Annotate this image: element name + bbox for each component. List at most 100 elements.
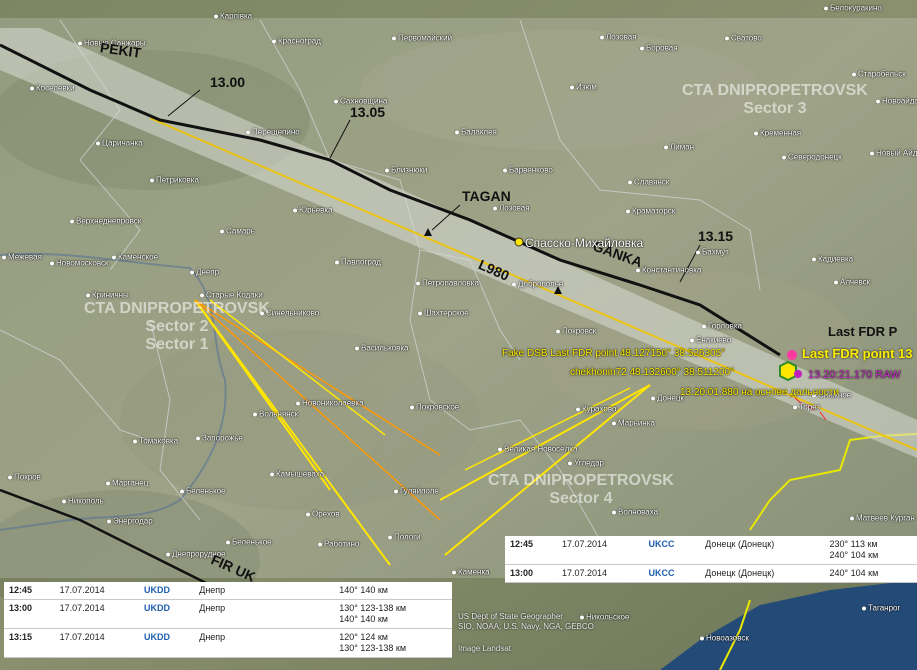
city-cell: Днепр bbox=[194, 582, 335, 600]
waypoint-label-tagan: TAGAN bbox=[462, 188, 511, 204]
sector-number: Sector 3 bbox=[743, 100, 807, 117]
town-label: Славянск bbox=[628, 178, 669, 187]
town-label: Новоазовск bbox=[700, 634, 749, 643]
sector-1-2-label: CTA DNIPROPETROVSK Sector 2 Sector 1 bbox=[84, 300, 270, 354]
bearing-cell: 120° 124 км 130° 123-138 км bbox=[334, 628, 452, 658]
table-row: 13:00 17.07.2014 UKDD Днепр 130° 123-138… bbox=[4, 599, 452, 629]
time-cell: 12:45 bbox=[4, 582, 55, 600]
town-label: Курахово bbox=[576, 405, 616, 414]
town-label: Верхнеднепровск bbox=[70, 217, 141, 226]
date-cell: 17.07.2014 bbox=[54, 628, 140, 658]
icao-cell: UKDD bbox=[139, 628, 195, 658]
town-label: Камышеваха bbox=[270, 470, 324, 479]
town-label: Волноваха bbox=[612, 508, 658, 517]
town-label: Коcелевки bbox=[30, 84, 75, 93]
sector-title: CTA DNIPROPETROVSK bbox=[488, 472, 674, 489]
town-label: Новомосковск bbox=[50, 259, 108, 268]
town-label: Северодонецк bbox=[782, 153, 842, 162]
city-cell: Донецк (Донецк) bbox=[700, 564, 825, 583]
town-label: Марьинка bbox=[612, 419, 655, 428]
icao-cell: UKDD bbox=[139, 599, 195, 629]
town-label: Новый Айдар bbox=[870, 149, 917, 158]
range-time-label: 13.20:01.880 на основе дальности bbox=[680, 387, 839, 398]
sector-title: CTA DNIPROPETROVSK bbox=[84, 300, 270, 317]
town-label: Беленькое bbox=[226, 538, 272, 547]
last-fdr-p-label: Last FDR P bbox=[828, 324, 898, 339]
town-label: Кадиевка bbox=[812, 255, 853, 264]
spassk-pin bbox=[514, 237, 524, 247]
city-cell: Днепр bbox=[194, 599, 335, 629]
town-label: Вольнянск bbox=[253, 410, 298, 419]
sector-3-label: CTA DNIPROPETROVSK Sector 3 bbox=[682, 82, 868, 118]
town-label: Петриковка bbox=[150, 176, 199, 185]
town-label: Белокуракино bbox=[824, 4, 882, 13]
town-label: Барвенково bbox=[503, 166, 553, 175]
chekhonin-point-marker bbox=[779, 360, 797, 382]
town-label: Торез bbox=[793, 403, 820, 412]
bearing-cell: 230° 113 км 240° 104 км bbox=[824, 536, 917, 565]
bearing-line: 230° 113 км bbox=[829, 539, 878, 549]
sector-number: Sector 4 bbox=[549, 490, 613, 507]
bearing-cell: 140° 140 км bbox=[334, 582, 452, 600]
date-cell: 17.07.2014 bbox=[556, 564, 644, 583]
time-label-1300: 13.00 bbox=[210, 74, 246, 90]
spassk-label: Спасско-Михайловка bbox=[525, 236, 644, 250]
date-cell: 17.07.2014 bbox=[54, 582, 140, 600]
town-label: Царичанка bbox=[96, 139, 143, 148]
raw-point-marker bbox=[794, 370, 802, 378]
town-label: Шахтерское bbox=[418, 309, 469, 318]
town-label: Днепр bbox=[190, 268, 219, 277]
town-label: Юрьевка bbox=[293, 206, 333, 215]
fake-dsb-label: Fake DSB Last FDR point 48.127150° 38.52… bbox=[502, 348, 726, 359]
town-label: Каменка bbox=[452, 568, 490, 577]
sector-number: Sector 1 bbox=[145, 336, 209, 353]
town-label: Лозовая bbox=[493, 204, 530, 213]
town-label: Покровск bbox=[556, 327, 596, 336]
town-label: Никополь bbox=[62, 497, 104, 506]
town-label: Матвеев Курган bbox=[850, 514, 915, 523]
town-label: Покров bbox=[8, 473, 41, 482]
town-label: Алчевск bbox=[834, 278, 870, 287]
town-label: Балаклея bbox=[455, 128, 497, 137]
icao-cell: UKCC bbox=[643, 564, 701, 583]
city-cell: Донецк (Донецк) bbox=[700, 536, 825, 565]
bearing-line: 130° 123-138 км bbox=[339, 603, 407, 613]
town-label: Павлоград bbox=[335, 258, 381, 267]
town-label: Енакиево bbox=[690, 336, 731, 345]
town-label: Перещепино bbox=[246, 128, 300, 137]
town-label: Межевая bbox=[2, 253, 42, 262]
attribution-line: US Dept of State Geographer bbox=[458, 612, 563, 621]
attribution-line: SIO, NOAA, U.S. Navy, NGA, GEBCO bbox=[458, 622, 594, 631]
date-cell: 17.07.2014 bbox=[556, 536, 644, 565]
town-label: Старые Кодаки bbox=[200, 291, 263, 300]
town-label: Петропавловка bbox=[416, 279, 479, 288]
town-label: Близнюки bbox=[385, 166, 427, 175]
town-label: Самарь bbox=[220, 227, 255, 236]
bearing-line: 240° 104 км bbox=[829, 568, 879, 578]
town-label: Пологи bbox=[388, 533, 421, 542]
last-fdr-point-label: Last FDR point 13 bbox=[802, 346, 913, 361]
time-label-1315: 13.15 bbox=[698, 228, 734, 244]
attribution-line: Image Landsat bbox=[458, 644, 511, 653]
town-label: Добропольe bbox=[512, 280, 563, 289]
bearing-line: 140° 140 км bbox=[339, 585, 388, 595]
raw-time-label: 13.20:21.170 RAW bbox=[808, 369, 901, 381]
town-label: Орехов bbox=[306, 510, 340, 519]
town-label: Томаковка bbox=[133, 437, 178, 446]
town-label: Угледар bbox=[568, 459, 604, 468]
town-label: Первомайский bbox=[392, 34, 452, 43]
dnipro-bearing-table: 12:45 17.07.2014 UKDD Днепр 140° 140 км … bbox=[4, 582, 452, 658]
town-label: Васильковка bbox=[355, 344, 409, 353]
town-label: Изюм bbox=[570, 83, 597, 92]
icao-cell: UKDD bbox=[139, 582, 195, 600]
sector-4-label: CTA DNIPROPETROVSK Sector 4 bbox=[488, 472, 674, 508]
bearing-line: 140° 140 км bbox=[339, 614, 388, 624]
town-label: Запорожье bbox=[196, 434, 243, 443]
town-label: Краматорск bbox=[626, 207, 675, 216]
town-label: Таганрог bbox=[862, 604, 900, 613]
sector-title: CTA DNIPROPETROVSK bbox=[682, 82, 868, 99]
bearing-line: 130° 123-138 км bbox=[339, 643, 407, 653]
bearing-cell: 240° 104 км bbox=[824, 564, 917, 583]
town-label: Сватово bbox=[725, 34, 762, 43]
table-row: 12:45 17.07.2014 UKCC Донецк (Донецк) 23… bbox=[505, 536, 917, 565]
